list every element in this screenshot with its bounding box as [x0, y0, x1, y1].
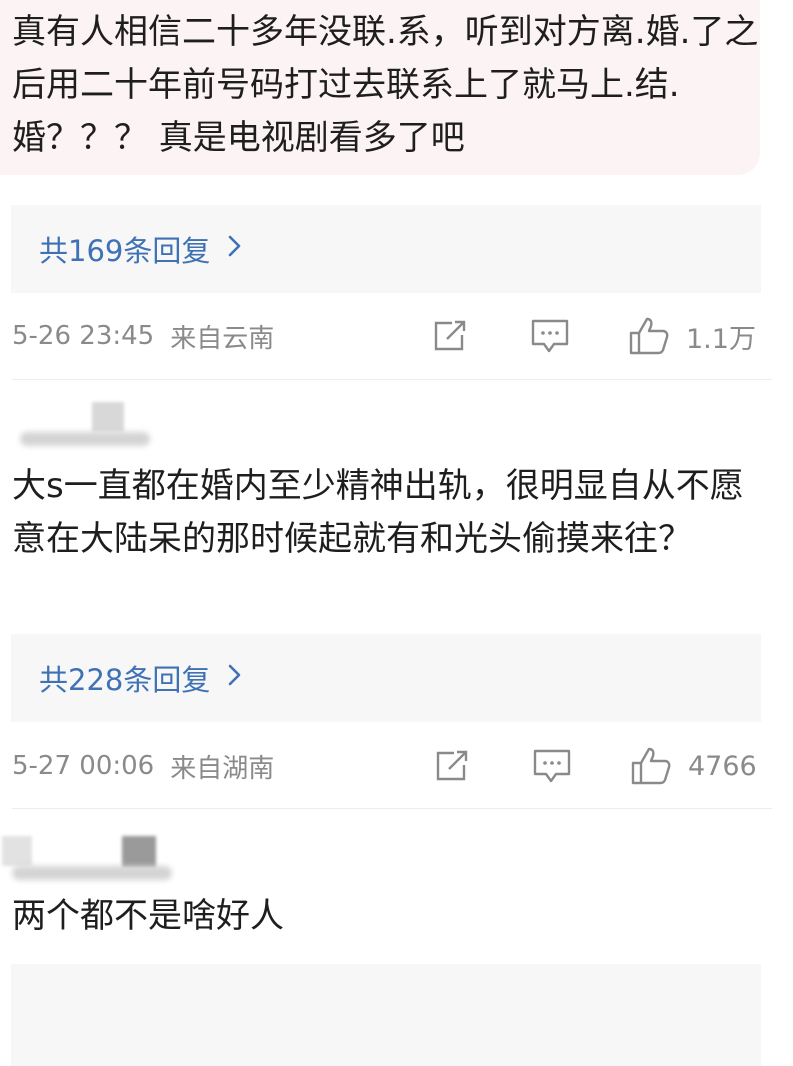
- comment-text: 两个都不是啥好人: [12, 896, 284, 936]
- avatar[interactable]: [92, 402, 124, 432]
- share-icon[interactable]: [434, 749, 470, 783]
- comment-icon[interactable]: [532, 748, 572, 784]
- comment-location: 来自云南: [170, 323, 275, 354]
- comment-icon[interactable]: [530, 318, 570, 354]
- view-replies-button[interactable]: 共228条回复: [11, 634, 761, 722]
- like-count: 1.1万: [686, 323, 756, 355]
- like-count: 4766: [688, 750, 757, 782]
- comment-text: 真有人相信二十多年没联.系，听到对方离.婚.了之后用二十年前号码打过去联系上了就…: [12, 12, 759, 158]
- username[interactable]: [12, 866, 172, 880]
- avatar[interactable]: [2, 836, 32, 866]
- thumbs-up-icon[interactable]: [630, 746, 672, 786]
- reply-count-label: 共228条回复: [39, 663, 211, 697]
- divider: [12, 808, 772, 809]
- view-replies-button[interactable]: 共169条回复: [11, 205, 761, 293]
- comment-meta: 5-27 00:06 来自湖南 4766: [12, 746, 772, 786]
- chevron-right-icon: [228, 663, 242, 693]
- comment-feed: 真有人相信二十多年没联.系，听到对方离.婚.了之后用二十年前号码打过去联系上了就…: [0, 0, 793, 1066]
- chevron-right-icon: [228, 234, 242, 264]
- reply-area[interactable]: [11, 964, 761, 1066]
- comment-location: 来自湖南: [170, 753, 275, 784]
- thumbs-up-icon[interactable]: [628, 316, 670, 356]
- comment-meta: 5-26 23:45 来自云南 1.1万: [12, 316, 772, 356]
- comment-time: 5-27 00:06: [12, 751, 155, 781]
- comment-text: 大s一直都在婚内至少精神出轨，很明显自从不愿意在大陆呆的那时候起就有和光头偷摸来…: [12, 466, 744, 559]
- user-badge: [122, 836, 156, 868]
- username[interactable]: [20, 432, 150, 446]
- divider: [12, 379, 772, 380]
- comment-time: 5-26 23:45: [12, 321, 155, 351]
- share-icon[interactable]: [432, 319, 468, 353]
- reply-count-label: 共169条回复: [39, 234, 211, 268]
